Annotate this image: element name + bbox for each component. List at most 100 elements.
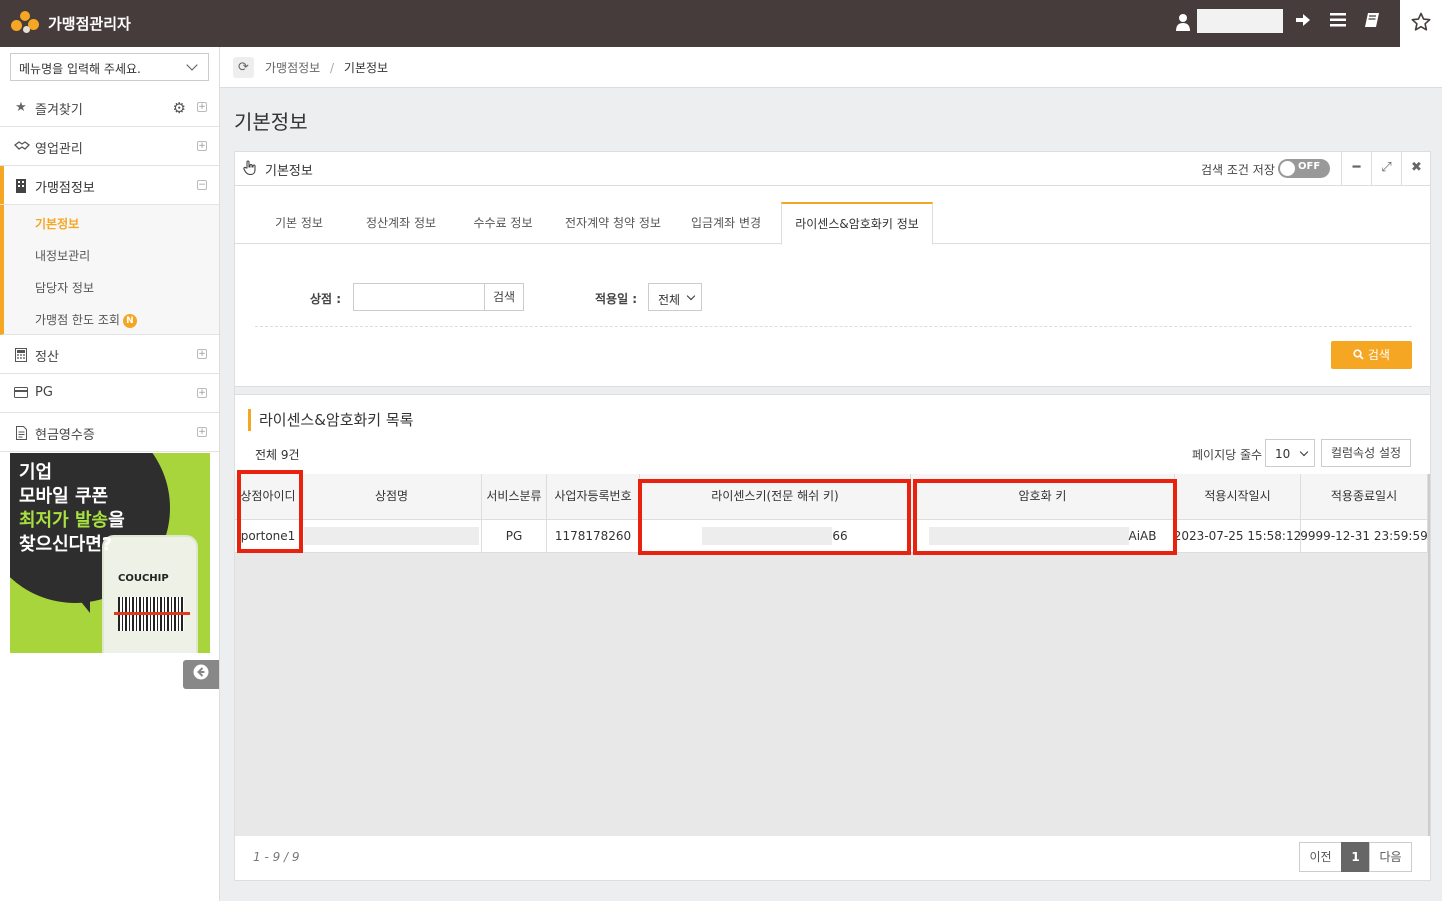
sidebar-item-sales[interactable]: 영업관리 + xyxy=(0,127,219,166)
vertical-scrollbar[interactable] xyxy=(1428,474,1430,836)
new-badge: N xyxy=(122,314,137,328)
expand-icon[interactable]: + xyxy=(197,141,207,151)
next-page-button[interactable]: 다음 xyxy=(1369,842,1412,872)
cell-biz-no[interactable]: 1178178260 xyxy=(547,520,640,553)
list-title: 라이센스&암호화키 목록 xyxy=(248,409,413,431)
sidebar-item-label: 현금영수증 xyxy=(35,428,95,443)
breadcrumb-separator: / xyxy=(330,61,335,75)
expand-icon[interactable]: + xyxy=(197,388,207,398)
ad-text: 기업 모바일 쿠폰 최저가 발송을 찾으신다면? xyxy=(19,461,125,557)
toggle-state: OFF xyxy=(1298,161,1321,172)
breadcrumb-current: 기본정보 xyxy=(343,61,389,75)
sidebar-item-label: PG xyxy=(35,385,53,400)
col-header-biz-no[interactable]: 사업자등록번호 xyxy=(547,474,640,520)
submenu-item-basic-info[interactable]: 기본정보 xyxy=(35,215,79,232)
sidebar-item-merchant-info[interactable]: 가맹점정보 − xyxy=(0,166,219,205)
ad-line-3-rest: 을 xyxy=(108,510,125,531)
highlight-box-encryption-key xyxy=(913,479,1177,555)
col-header-end-date[interactable]: 적용종료일시 xyxy=(1301,474,1428,520)
save-condition-toggle[interactable]: OFF xyxy=(1278,159,1330,178)
total-count: 전체 9건 xyxy=(255,448,300,462)
logout-icon[interactable] xyxy=(1293,12,1313,32)
panel-title: 기본정보 xyxy=(265,164,313,179)
card-icon xyxy=(14,387,28,401)
cell-start-date[interactable]: 2023-07-25 15:58:12 xyxy=(1175,520,1301,553)
page-1-button[interactable]: 1 xyxy=(1341,842,1370,872)
sidebar-collapse-button[interactable] xyxy=(183,660,219,689)
page-title: 기본정보 xyxy=(234,110,308,134)
cell-end-date[interactable]: 9999-12-31 23:59:59 xyxy=(1301,520,1428,553)
tab-fee-info[interactable]: 수수료 정보 xyxy=(463,202,543,244)
search-button-label: 검색 xyxy=(1367,348,1390,362)
tab-license-encryption-key[interactable]: 라이센스&암호화키 정보 xyxy=(781,202,933,245)
save-condition-label: 검색 조건 저장 xyxy=(1201,163,1275,177)
breadcrumb-bar: ⟳ 가맹점정보 / 기본정보 xyxy=(220,47,1442,88)
ad-banner[interactable]: COUCHIP 기업 모바일 쿠폰 최저가 발송을 찾으신다면? xyxy=(10,453,210,653)
sidebar-item-favorites[interactable]: ★ 즐겨찾기 ⚙ + xyxy=(0,88,219,127)
submenu-item-label: 가맹점 한도 조회 xyxy=(35,313,120,327)
col-header-store-name[interactable]: 상점명 xyxy=(302,474,482,520)
col-header-start-date[interactable]: 적용시작일시 xyxy=(1175,474,1301,520)
toggle-knob xyxy=(1280,161,1295,176)
expand-arrows-icon: ⤢ xyxy=(1381,160,1392,175)
submenu-item-limit-inquiry[interactable]: 가맹점 한도 조회 N xyxy=(35,311,137,328)
prev-page-button[interactable]: 이전 xyxy=(1299,842,1342,872)
star-icon: ★ xyxy=(15,100,27,115)
store-search-button[interactable]: 검색 xyxy=(484,283,524,311)
refresh-icon[interactable]: ⟳ xyxy=(233,57,254,78)
sidebar-item-cash-receipt[interactable]: 현금영수증 + xyxy=(0,413,219,452)
scan-line xyxy=(114,612,190,615)
favorite-star-button[interactable] xyxy=(1400,0,1442,47)
panel-header: 기본정보 검색 조건 저장 OFF ━ ⤢ ✖ xyxy=(235,152,1430,186)
breadcrumb: 가맹점정보 / 기본정보 xyxy=(265,59,388,76)
apply-date-value: 전체 xyxy=(658,293,681,307)
tab-basic-info[interactable]: 기본 정보 xyxy=(259,202,339,244)
active-indicator xyxy=(0,166,4,204)
cell-service-type[interactable]: PG xyxy=(482,520,547,553)
tab-bar: 기본 정보 정산계좌 정보 수수료 정보 전자계약 청약 정보 입금계좌 변경 … xyxy=(235,202,1430,245)
cell-store-name[interactable] xyxy=(302,520,482,553)
minimize-button[interactable]: ━ xyxy=(1341,152,1371,186)
expand-button[interactable]: ⤢ xyxy=(1371,152,1401,186)
tab-settlement-account[interactable]: 정산계좌 정보 xyxy=(353,202,449,244)
per-page-label: 페이지당 줄수 xyxy=(1192,448,1263,462)
ad-brand: COUCHIP xyxy=(118,573,169,584)
receipt-icon xyxy=(14,426,28,440)
star-icon xyxy=(1411,12,1431,31)
expand-icon[interactable]: + xyxy=(197,102,207,112)
minus-icon: ━ xyxy=(1352,160,1361,175)
license-key-table: 상점아이디 상점명 서비스분류 사업자등록번호 라이센스키(전문 해쉬 키) 암… xyxy=(235,470,1430,836)
close-button[interactable]: ✖ xyxy=(1401,152,1431,186)
expand-icon[interactable]: + xyxy=(197,349,207,359)
col-header-service-type[interactable]: 서비스분류 xyxy=(482,474,547,520)
top-bar: 가맹점관리자 xyxy=(0,0,1442,47)
expand-icon[interactable]: + xyxy=(197,427,207,437)
gear-icon[interactable]: ⚙ xyxy=(173,99,186,117)
tab-e-contract[interactable]: 전자계약 청약 정보 xyxy=(557,202,669,244)
search-button[interactable]: 검색 xyxy=(1331,341,1412,369)
per-page-select[interactable]: 10 xyxy=(1265,439,1315,467)
collapse-icon[interactable]: − xyxy=(197,180,207,190)
submenu-item-manager-info[interactable]: 담당자 정보 xyxy=(35,279,94,296)
apply-date-select[interactable]: 전체 xyxy=(648,283,702,311)
chevron-down-icon xyxy=(186,59,198,71)
building-icon xyxy=(14,179,28,193)
menu-icon[interactable] xyxy=(1328,12,1348,32)
sidebar-item-settlement[interactable]: 정산 + xyxy=(0,335,219,374)
highlight-box-license-key xyxy=(638,479,911,555)
tab-deposit-account-change[interactable]: 입금계좌 변경 xyxy=(683,202,769,244)
breadcrumb-parent[interactable]: 가맹점정보 xyxy=(265,61,320,75)
sidebar-item-label: 즐겨찾기 xyxy=(35,103,83,118)
apply-date-label: 적용일 : xyxy=(595,292,638,306)
calculator-icon xyxy=(14,348,28,362)
column-settings-button[interactable]: 컬럼속성 설정 xyxy=(1321,439,1411,467)
book-icon[interactable] xyxy=(1362,12,1382,32)
menu-search-placeholder: 메뉴명을 입력해 주세요. xyxy=(19,62,141,76)
menu-search-select[interactable]: 메뉴명을 입력해 주세요. xyxy=(10,53,209,81)
ad-bubble-tail xyxy=(50,563,90,613)
sidebar-item-pg[interactable]: PG + xyxy=(0,374,219,413)
form-divider xyxy=(255,326,1412,327)
per-page-value: 10 xyxy=(1275,447,1291,461)
store-input[interactable] xyxy=(353,283,485,311)
submenu-item-my-info[interactable]: 내정보관리 xyxy=(35,247,90,264)
